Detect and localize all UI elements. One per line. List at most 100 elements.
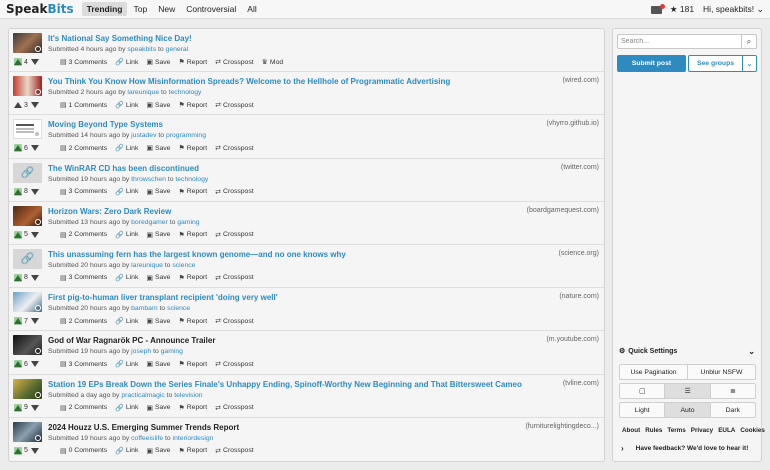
upvote-arrow-icon[interactable]: [14, 273, 22, 282]
search-icon[interactable]: ⌕: [741, 35, 756, 48]
comments-link[interactable]: ▤ 3 Comments: [60, 188, 107, 196]
theme-light-button[interactable]: Light: [620, 403, 666, 417]
post-title[interactable]: God of War Ragnarök PC - Announce Traile…: [48, 336, 215, 345]
downvote-arrow-icon[interactable]: [30, 274, 39, 282]
tab-trending[interactable]: Trending: [81, 2, 128, 16]
zoom-icon[interactable]: [35, 348, 41, 355]
mod-button[interactable]: ♛ Mod: [262, 58, 284, 67]
unblur-nsfw-button[interactable]: Unblur NSFW: [688, 365, 755, 379]
post-domain[interactable]: (boardgamequest.com): [527, 207, 599, 214]
post-group-link[interactable]: interiordesign: [173, 435, 214, 442]
report-button[interactable]: ⚑ Report: [178, 144, 207, 153]
footer-link-about[interactable]: About: [622, 427, 640, 434]
crosspost-button[interactable]: ⇄ Crosspost: [215, 447, 253, 455]
post-group-link[interactable]: general: [166, 46, 189, 53]
comments-link[interactable]: ▤ 1 Comments: [60, 101, 107, 110]
comments-link[interactable]: ▤ 2 Comments: [60, 317, 107, 326]
comments-link[interactable]: ▤ 2 Comments: [60, 404, 107, 412]
crosspost-button[interactable]: ⇄ Crosspost: [215, 404, 253, 412]
post-domain[interactable]: (m.youtube.com): [546, 336, 599, 343]
crosspost-button[interactable]: ⇄ Crosspost: [215, 188, 253, 196]
upvote-arrow-icon[interactable]: [14, 360, 22, 369]
upvote-arrow-icon[interactable]: [14, 230, 22, 239]
report-button[interactable]: ⚑ Report: [178, 274, 207, 282]
crosspost-button[interactable]: ⇄ Crosspost: [215, 231, 253, 239]
post-group-link[interactable]: television: [174, 392, 202, 399]
post-group-link[interactable]: technology: [169, 89, 202, 96]
post-title[interactable]: Horizon Wars: Zero Dark Review: [48, 207, 171, 216]
post-author-link[interactable]: lareunique: [131, 262, 163, 269]
post-author-link[interactable]: lareunique: [127, 89, 159, 96]
downvote-arrow-icon[interactable]: [30, 144, 39, 152]
link-button[interactable]: 🔗 Link: [115, 274, 138, 282]
post-author-link[interactable]: justadev: [131, 132, 156, 139]
downvote-arrow-icon[interactable]: [30, 231, 39, 239]
zoom-icon[interactable]: [35, 391, 41, 398]
upvote-arrow-icon[interactable]: [14, 403, 22, 412]
post-thumbnail[interactable]: [13, 33, 42, 53]
crosspost-button[interactable]: ⇄ Crosspost: [215, 144, 253, 153]
post-domain[interactable]: (science.org): [559, 250, 599, 257]
link-thumbnail-icon[interactable]: 🔗: [13, 248, 42, 269]
downvote-arrow-icon[interactable]: [30, 360, 39, 368]
use-pagination-button[interactable]: Use Pagination: [620, 365, 688, 379]
link-thumbnail-icon[interactable]: 🔗: [13, 162, 42, 183]
post-author-link[interactable]: coffeeislife: [131, 435, 163, 442]
post-title[interactable]: Moving Beyond Type Systems: [48, 120, 163, 129]
report-button[interactable]: ⚑ Report: [178, 188, 207, 196]
post-title[interactable]: First pig-to-human liver transplant reci…: [48, 293, 278, 302]
footer-link-terms[interactable]: Terms: [667, 427, 685, 434]
zoom-icon[interactable]: [35, 46, 41, 52]
link-button[interactable]: 🔗 Link: [115, 360, 138, 369]
downvote-arrow-icon[interactable]: [30, 188, 39, 196]
tab-new[interactable]: New: [153, 2, 180, 16]
compact-layout-icon[interactable]: ≣: [711, 384, 755, 398]
report-button[interactable]: ⚑ Report: [178, 58, 207, 67]
post-title[interactable]: It's National Say Something Nice Day!: [48, 34, 192, 43]
card-layout-icon[interactable]: ▢: [620, 384, 666, 398]
tab-controversial[interactable]: Controversial: [181, 2, 241, 16]
downvote-arrow-icon[interactable]: [30, 404, 39, 412]
crosspost-button[interactable]: ⇄ Crosspost: [215, 274, 253, 282]
see-groups-button[interactable]: See groups: [688, 55, 743, 72]
theme-auto-button[interactable]: Auto: [665, 403, 711, 417]
report-button[interactable]: ⚑ Report: [178, 404, 207, 412]
footer-link-eula[interactable]: EULA: [718, 427, 735, 434]
post-thumbnail[interactable]: [13, 119, 42, 140]
footer-link-cookies[interactable]: Cookies: [740, 427, 765, 434]
post-group-link[interactable]: programming: [166, 132, 206, 139]
comments-link[interactable]: ▤ 2 Comments: [60, 231, 107, 239]
post-domain[interactable]: (tvline.com): [563, 380, 599, 387]
post-title[interactable]: 2024 Houzz U.S. Emerging Summer Trends R…: [48, 423, 239, 432]
post-domain[interactable]: (twitter.com): [561, 164, 599, 171]
post-title[interactable]: The WinRAR CD has been discontinued: [48, 164, 199, 173]
zoom-icon[interactable]: [35, 305, 41, 312]
post-group-link[interactable]: technology: [175, 176, 208, 183]
upvote-arrow-icon[interactable]: [14, 58, 22, 66]
save-button[interactable]: ▣ Save: [146, 101, 170, 110]
groups-dropdown-chevron-icon[interactable]: ⌄: [743, 55, 757, 72]
report-button[interactable]: ⚑ Report: [178, 447, 207, 455]
post-group-link[interactable]: science: [167, 305, 190, 312]
link-button[interactable]: 🔗 Link: [115, 231, 138, 239]
downvote-arrow-icon[interactable]: [30, 317, 39, 325]
submit-post-button[interactable]: Submit post: [617, 55, 686, 72]
post-group-link[interactable]: gaming: [177, 219, 199, 226]
mail-icon[interactable]: [650, 3, 665, 14]
tab-top[interactable]: Top: [128, 2, 152, 16]
save-button[interactable]: ▣ Save: [146, 317, 170, 326]
feedback-link[interactable]: › Have feedback? We'd love to hear it!: [621, 444, 755, 453]
zoom-icon[interactable]: [35, 218, 41, 225]
post-domain[interactable]: (furniturelightingdeco...): [525, 423, 599, 430]
link-button[interactable]: 🔗 Link: [115, 58, 138, 67]
zoom-icon[interactable]: [34, 131, 40, 138]
save-button[interactable]: ▣ Save: [146, 231, 170, 239]
search-input[interactable]: [621, 35, 743, 48]
post-group-link[interactable]: science: [172, 262, 195, 269]
post-title[interactable]: Station 19 EPs Break Down the Series Fin…: [48, 380, 522, 389]
upvote-arrow-icon[interactable]: [14, 101, 22, 109]
link-button[interactable]: 🔗 Link: [115, 101, 138, 110]
user-menu[interactable]: Hi, speakbits! ⌄: [703, 4, 764, 15]
tab-all[interactable]: All: [242, 2, 261, 16]
post-domain[interactable]: (wired.com): [562, 77, 599, 84]
